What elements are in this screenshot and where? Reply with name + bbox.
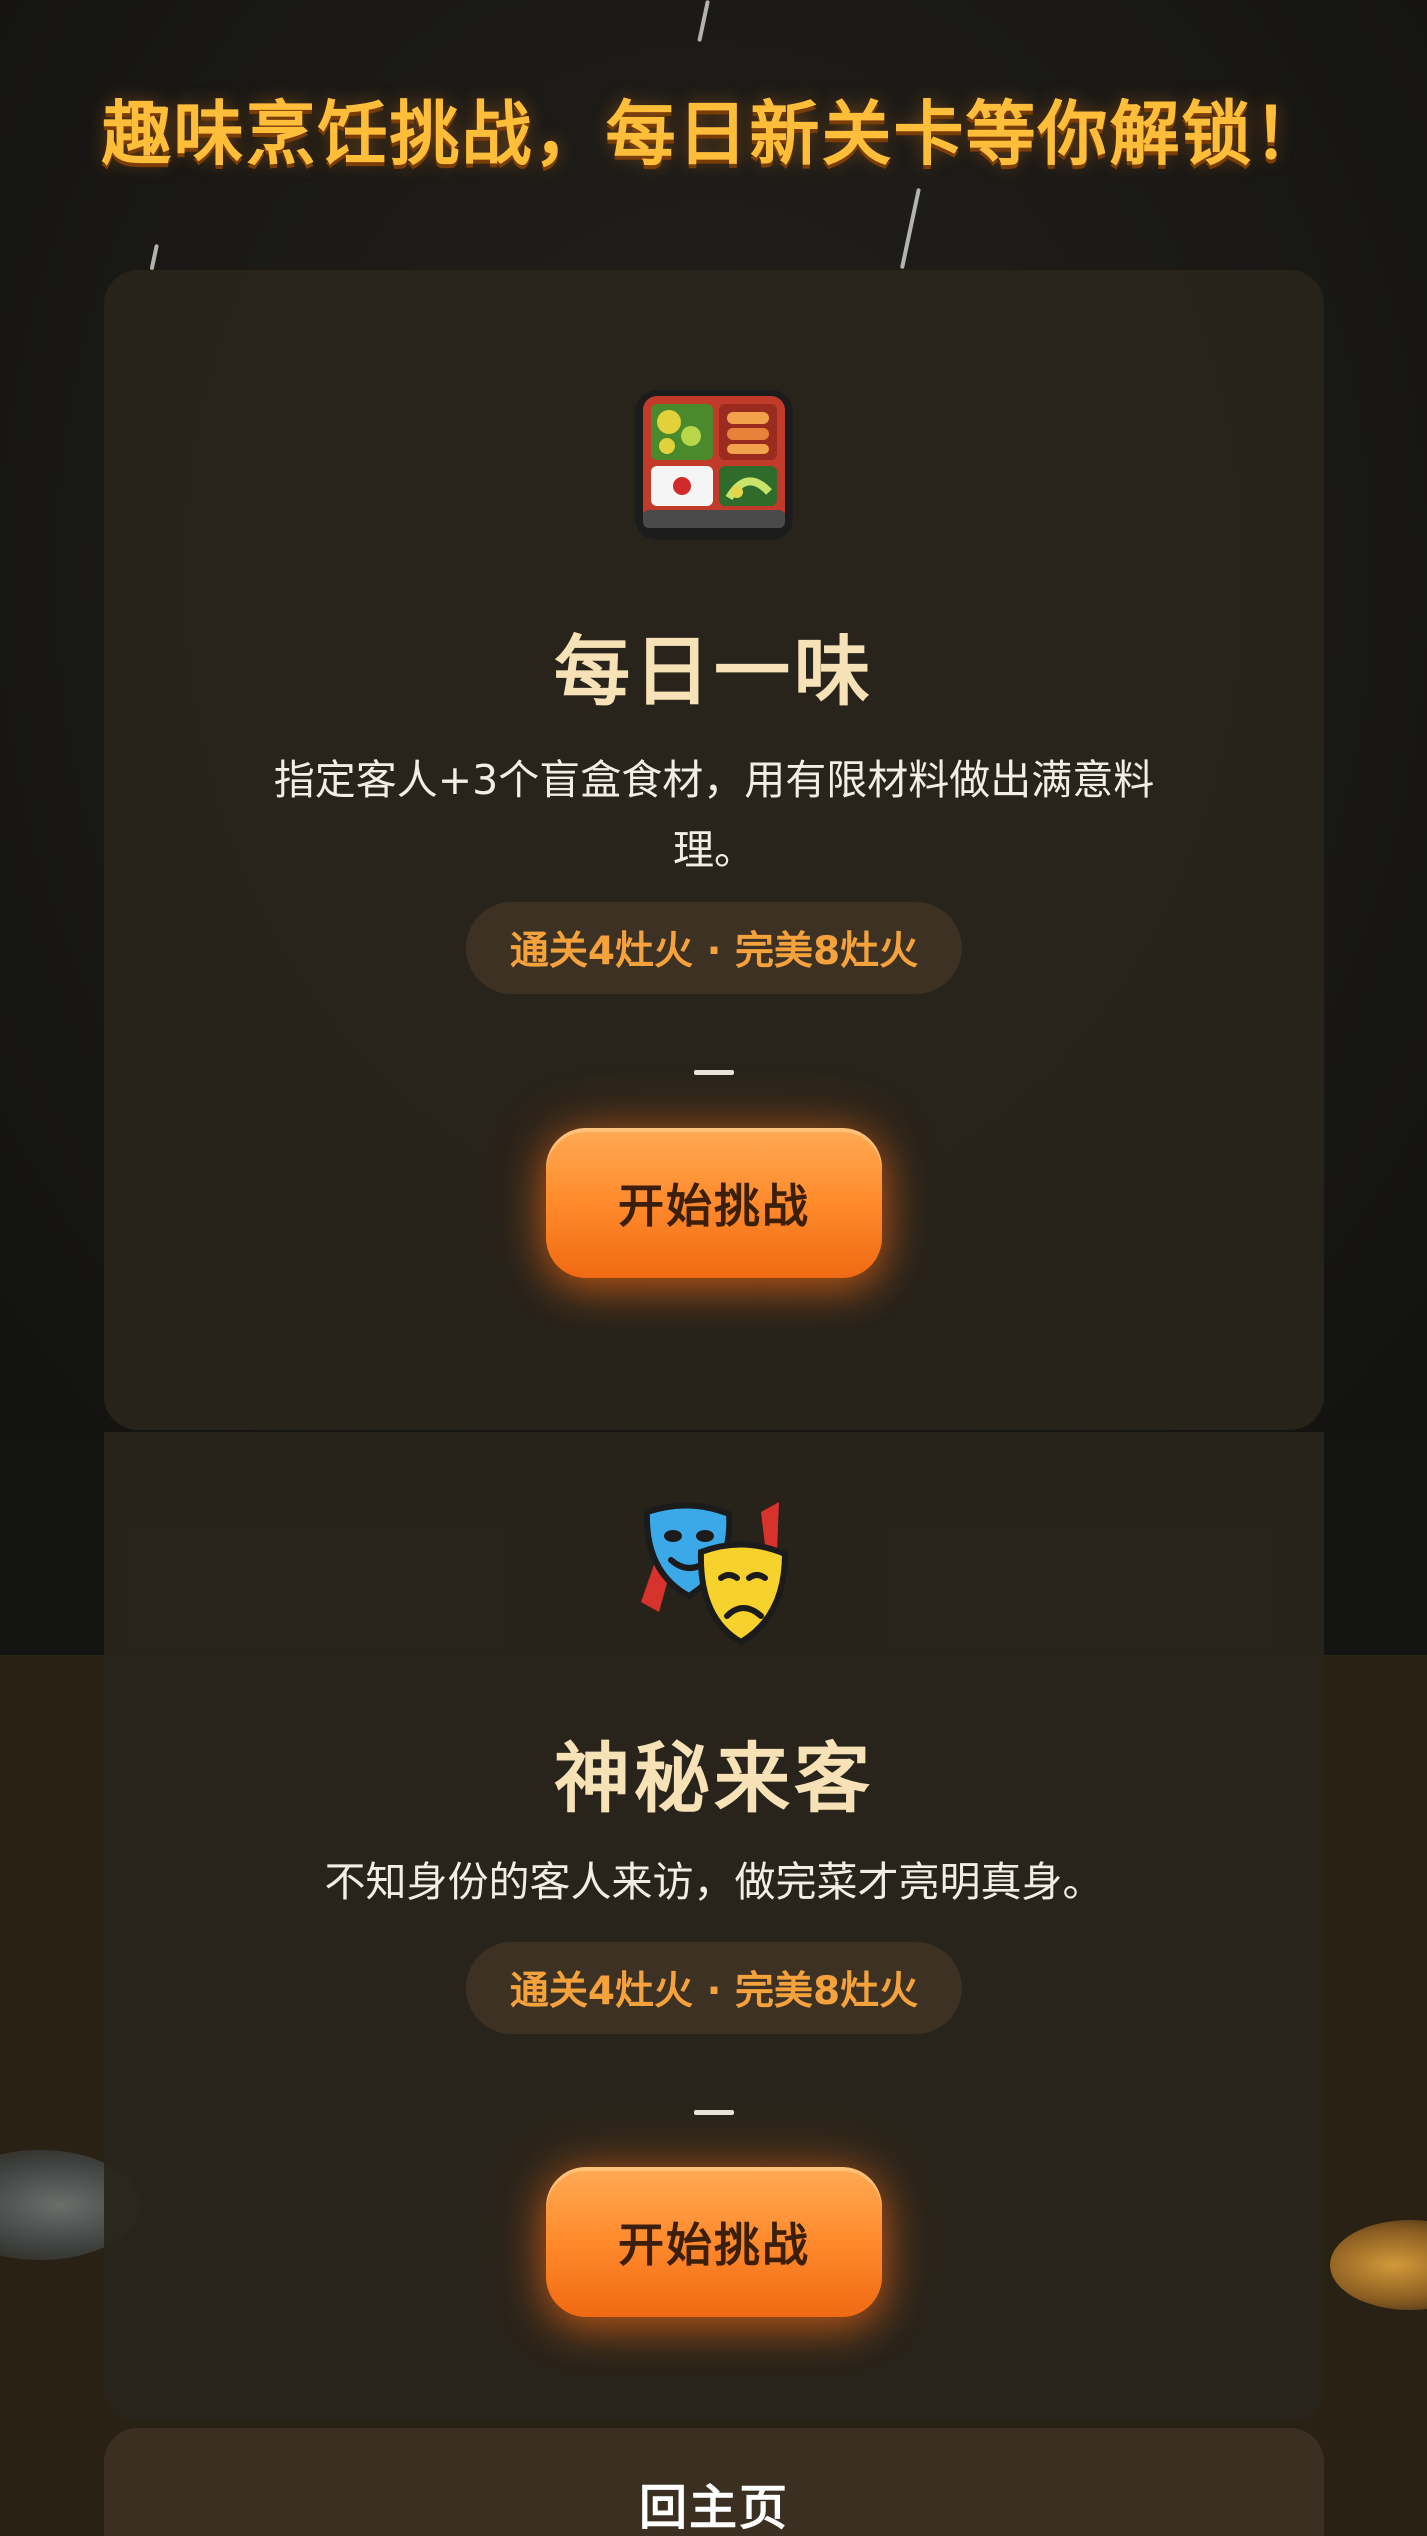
challenge-card-mystery-guest: 神秘来客 不知身份的客人来访，做完菜才亮明真身。 通关4灶火 · 完美8灶火 开… [104, 1432, 1324, 2422]
challenge-title: 每日一味 [554, 627, 874, 716]
challenge-title: 神秘来客 [554, 1734, 874, 1823]
divider [694, 1070, 734, 1075]
divider [694, 2110, 734, 2115]
start-challenge-button[interactable]: 开始挑战 [546, 2167, 882, 2317]
home-bar: 回主页 [104, 2428, 1324, 2536]
theater-masks-icon [629, 1492, 799, 1662]
return-home-button[interactable]: 回主页 [639, 2468, 789, 2536]
start-challenge-button[interactable]: 开始挑战 [546, 1128, 882, 1278]
page-headline: 趣味烹饪挑战，每日新关卡等你解锁！ [101, 93, 1326, 175]
reward-badge: 通关4灶火 · 完美8灶火 [465, 902, 963, 994]
reward-badge: 通关4灶火 · 完美8灶火 [465, 1942, 963, 2034]
challenge-card-daily-flavor: 每日一味 指定客人+3个盲盒食材，用有限材料做出满意料理。 通关4灶火 · 完美… [104, 270, 1324, 1430]
challenge-description: 不知身份的客人来访，做完菜才亮明真身。 [324, 1858, 1104, 1906]
bento-box-icon [629, 380, 799, 550]
challenge-description: 指定客人+3个盲盒食材，用有限材料做出满意料理。 [273, 756, 1155, 874]
